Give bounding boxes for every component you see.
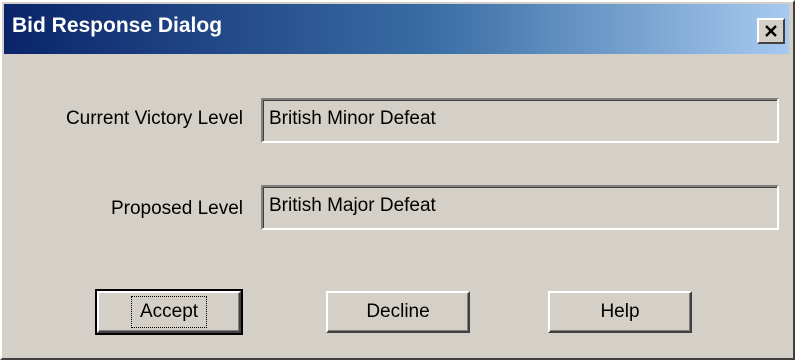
help-button[interactable]: Help [548,291,692,333]
proposed-level-field: British Major Defeat [261,185,779,230]
close-icon [764,25,778,37]
decline-button-label: Decline [366,301,430,322]
bid-response-dialog: Bid Response Dialog Current Victory Leve… [0,0,795,360]
proposed-level-label: Proposed Level [110,198,243,219]
accept-button-label: Accept [130,296,208,328]
close-button[interactable] [757,18,785,44]
title-bar[interactable]: Bid Response Dialog [4,4,789,54]
decline-button[interactable]: Decline [326,291,470,333]
help-button-label: Help [600,301,640,322]
current-victory-level-field: British Minor Defeat [261,98,779,143]
current-victory-level-label: Current Victory Level [65,108,243,129]
dialog-title: Bid Response Dialog [12,14,223,37]
accept-button[interactable]: Accept [95,289,243,335]
